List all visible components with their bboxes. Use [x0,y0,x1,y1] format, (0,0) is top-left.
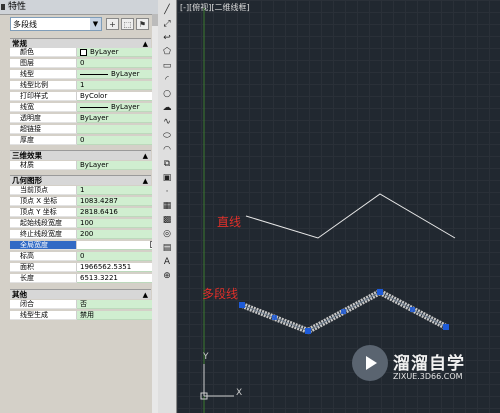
revision-cloud-icon[interactable]: ☁ [160,102,174,114]
multiline-text-icon[interactable]: A [160,256,174,268]
section-misc[interactable]: 其他 ▲ [10,289,151,299]
prop-layer[interactable]: 图层 0 [10,59,158,68]
prop-thickness[interactable]: 厚度 0 [10,136,158,145]
object-type-value: 多段线 [13,20,37,29]
polygon-tool-icon[interactable]: ⬠ [160,46,174,58]
prop-end-width[interactable]: 终止线段宽度 200 [10,230,158,239]
region-tool-icon[interactable]: ◎ [160,228,174,240]
play-icon [366,356,377,370]
quick-select-button[interactable]: ⚑ [136,18,149,30]
viewport-controls-label[interactable]: [-][俯视][二维线框] [180,2,250,13]
pin-icon[interactable] [1,4,5,10]
prop-linetype-value: ByLayer [111,70,140,78]
lineweight-sample-icon [80,106,108,108]
prop-elevation[interactable]: 标高 0 [10,252,158,261]
prop-lineweight[interactable]: 线宽 ByLayer [10,103,158,112]
prop-linetype-generation[interactable]: 线型生成 禁用 [10,311,158,320]
prop-hyperlink[interactable]: 超链接 [10,125,158,134]
collapse-icon[interactable]: ▲ [143,151,148,161]
ucs-y-label: Y [203,352,209,362]
toggle-pickadd-button[interactable]: + [106,18,119,30]
color-swatch-icon [80,48,87,56]
spline-tool-icon[interactable]: ∿ [160,116,174,128]
ellipse-arc-icon[interactable]: ◠ [160,144,174,156]
arc-tool-icon[interactable]: ◜ [160,74,174,86]
prop-length[interactable]: 长度 6513.3221 [10,274,158,283]
annotation-line-label: 直线 [217,215,242,229]
prop-global-width[interactable]: 全局宽度 [10,241,158,250]
collapse-icon[interactable]: ▲ [143,290,148,300]
prop-color[interactable]: 颜色 ByLayer [10,48,158,57]
watermark-name: 溜溜自学 [393,354,465,374]
palette-title-bar[interactable]: 特性 [0,0,158,15]
section-general[interactable]: 常规 ▲ [10,38,151,48]
collapse-icon[interactable]: ▲ [143,176,148,186]
prop-vertex-y[interactable]: 顶点 Y 坐标 2818.6416 [10,208,158,217]
prop-plot-style[interactable]: 打印样式 ByColor [10,92,158,101]
table-tool-icon[interactable]: ▤ [160,242,174,254]
draw-toolbar: ╱ ⤢ ↩ ⬠ ▭ ◜ ○ ☁ ∿ ⬭ ◠ ⧉ ▣ · ▦ ▩ ◎ ▤ A ⊕ [158,0,177,413]
section-geometry[interactable]: 几何图形 ▲ [10,175,151,185]
section-3d-effects[interactable]: 三维效果 ▲ [10,150,151,160]
polyline-tool-icon[interactable]: ↩ [160,32,174,44]
object-type-dropdown[interactable]: 多段线 ▼ [10,17,102,31]
linetype-sample-icon [80,73,108,75]
make-block-icon[interactable]: ▣ [160,172,174,184]
prop-transparency[interactable]: 透明度 ByLayer [10,114,158,123]
prop-start-width[interactable]: 起始线段宽度 100 [10,219,158,228]
properties-palette: 特性 多段线 ▼ + ⬚ ⚑ 常规 ▲ 颜色 ByLayer 图层 0 线型 By… [0,0,158,413]
line-tool-icon[interactable]: ╱ [160,4,174,16]
hatch-tool-icon[interactable]: ▦ [160,200,174,212]
prop-color-value: ByLayer [90,48,119,56]
palette-title: 特性 [8,2,27,12]
point-tool-icon[interactable]: · [160,186,174,198]
add-selected-icon[interactable]: ⊕ [160,270,174,282]
ucs-x-label: X [236,388,243,398]
ellipse-tool-icon[interactable]: ⬭ [160,130,174,142]
annotation-polyline-label: 多段线 [202,287,239,301]
insert-block-icon[interactable]: ⧉ [160,158,174,170]
prop-closed[interactable]: 闭合 否 [10,300,158,309]
rectangle-tool-icon[interactable]: ▭ [160,60,174,72]
prop-linetype[interactable]: 线型 ByLayer [10,70,158,79]
prop-linetype-scale[interactable]: 线型比例 1 [10,81,158,90]
circle-tool-icon[interactable]: ○ [160,88,174,100]
prop-area[interactable]: 面积 1966562.5351 [10,263,158,272]
gradient-tool-icon[interactable]: ▩ [160,214,174,226]
construction-line-icon[interactable]: ⤢ [160,18,174,30]
prop-current-vertex[interactable]: 当前顶点 1 [10,186,158,195]
select-objects-button[interactable]: ⬚ [121,18,134,30]
chevron-down-icon[interactable]: ▼ [90,18,101,30]
prop-vertex-x[interactable]: 顶点 X 坐标 1083.4287 [10,197,158,206]
prop-lineweight-value: ByLayer [111,103,140,111]
watermark-url: ZIXUE.3D66.COM [393,372,463,381]
prop-material[interactable]: 材质 ByLayer [10,161,158,170]
